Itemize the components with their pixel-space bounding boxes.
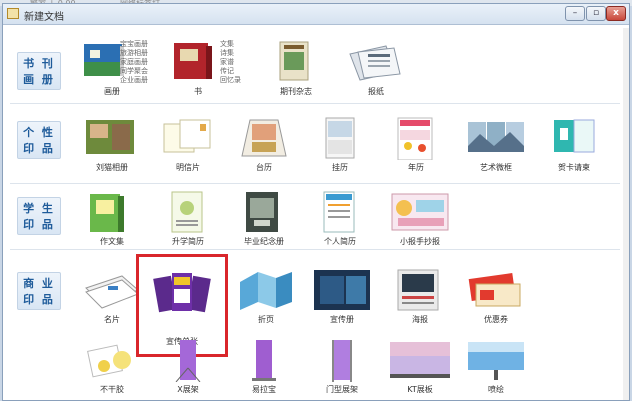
template-label: 台历 [256, 163, 272, 172]
category-personal[interactable]: 个 性印 品 [17, 121, 61, 159]
rollup-thumbnail [252, 340, 276, 381]
poster-thumbnail [397, 269, 439, 311]
template-label: 毕业纪念册 [244, 237, 284, 246]
greeting-card-thumbnail [554, 119, 595, 153]
template-label: 作文集 [100, 237, 124, 246]
app-icon [7, 8, 19, 19]
book-thumbnail [174, 43, 212, 79]
template-label: 刘猫相册 [96, 163, 128, 172]
template-label: 喷绘 [488, 385, 504, 394]
title-bar[interactable]: 新建文档 – ▫ x [3, 4, 629, 25]
minimize-button[interactable]: – [565, 6, 585, 21]
maximize-button[interactable]: ▫ [586, 6, 606, 21]
magazine-thumbnail [279, 41, 309, 81]
template-label: 明信片 [176, 163, 200, 172]
close-button[interactable]: x [606, 6, 626, 21]
essay-collection-thumbnail [90, 194, 124, 232]
template-label: 贺卡请柬 [558, 163, 590, 172]
wall-calendar-thumbnail [325, 117, 355, 159]
template-label: 优惠券 [484, 315, 508, 324]
newspaper-thumbnail [349, 45, 401, 81]
business-card-thumbnail [85, 275, 139, 309]
template-label: 报纸 [368, 87, 384, 96]
template-gallery: 书 刊画 册 个 性印 品 学 生印 品 商 业印 品 画册 宝宝画册 旅游相册家… [8, 28, 620, 400]
template-label: X展架 [177, 385, 199, 394]
template-label: 期刊杂志 [280, 87, 312, 96]
template-label: 升学简历 [172, 237, 204, 246]
template-label: 挂历 [332, 163, 348, 172]
graduation-book-thumbnail [246, 192, 278, 232]
school-resume-thumbnail [171, 191, 203, 233]
template-label: 画册 [104, 87, 120, 96]
category-books[interactable]: 书 刊画 册 [17, 52, 61, 90]
template-label: 小报手抄报 [400, 237, 440, 246]
template-label: 海报 [412, 315, 428, 324]
photo-album-thumbnail [86, 120, 134, 154]
window-title: 新建文档 [24, 12, 64, 23]
art-frame-thumbnail [468, 122, 524, 152]
personal-resume-thumbnail [323, 191, 355, 233]
coupon-thumbnail [468, 273, 521, 307]
row-divider [10, 249, 620, 250]
sticker-thumbnail [87, 344, 131, 378]
year-calendar-thumbnail [397, 117, 433, 160]
folded-leaflet-thumbnail [240, 272, 292, 310]
flyer-thumbnail [153, 273, 211, 313]
category-business[interactable]: 商 业印 品 [17, 272, 61, 310]
template-label: 折页 [258, 315, 274, 324]
album-subtypes: 宝宝画册 旅游相册 家庭画册 同学聚会 企业画册 [120, 40, 148, 84]
new-document-dialog: 新建文档 – ▫ x 书 刊画 册 个 性印 品 学 生印 品 商 业印 品 画… [2, 3, 630, 401]
template-label: 个人简历 [324, 237, 356, 246]
row-divider [10, 183, 620, 184]
desk-calendar-thumbnail [241, 119, 287, 157]
brochure-thumbnail [314, 270, 370, 310]
template-label: 不干胶 [100, 385, 124, 394]
inkjet-print-thumbnail [468, 342, 524, 380]
template-label: KT展板 [407, 385, 433, 394]
template-label: 年历 [408, 163, 424, 172]
x-stand-thumbnail [175, 340, 201, 382]
book-subtypes: 文集 诗集 家谱 传记 回忆录 [220, 40, 241, 84]
category-student[interactable]: 学 生印 品 [17, 197, 61, 235]
postcard-thumbnail [163, 119, 211, 153]
template-label: 门型展架 [326, 385, 358, 394]
template-label: 宣传册 [330, 315, 354, 324]
template-label: 书 [194, 87, 202, 96]
vertical-scrollbar[interactable] [623, 28, 629, 400]
template-label: 易拉宝 [252, 385, 276, 394]
row-divider [10, 103, 620, 104]
tabloid-thumbnail [391, 193, 449, 231]
door-stand-thumbnail [332, 340, 352, 382]
kt-board-thumbnail [390, 342, 450, 378]
template-label: 艺术微框 [480, 163, 512, 172]
